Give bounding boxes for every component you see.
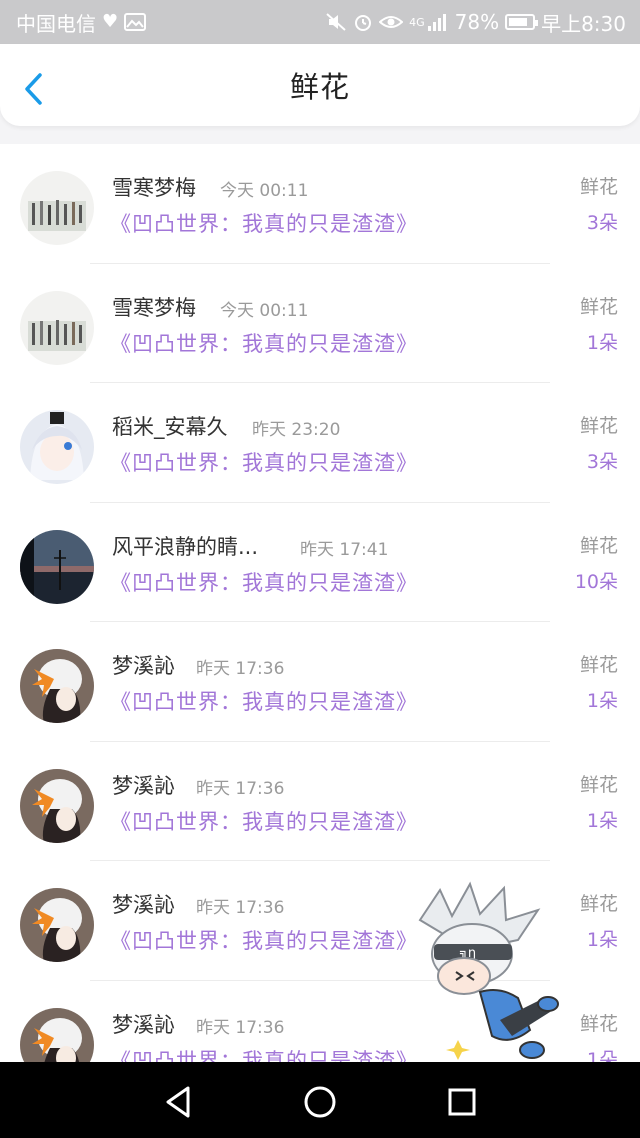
avatar[interactable] [20,529,94,604]
user-name: 梦溪訫 [112,773,175,798]
battery-icon [505,14,539,30]
square-recents-icon[interactable] [442,1082,482,1122]
clock: 早上8:30 [541,11,626,36]
book-title[interactable]: 《凹凸世界：我真的只是渣渣》 [110,567,418,597]
avatar[interactable] [20,171,94,245]
gift-count: 3朵 [586,451,618,473]
gift-count: 1朵 [586,331,618,354]
user-name: 风平浪静的睛... [112,534,259,559]
list-item[interactable]: 稻米_安幕久 昨天 23:20 《凹凸世界：我真的只是渣渣》 鲜花 3朵 [0,383,640,503]
gift-count: 1朵 [586,1048,618,1063]
gift-type: 鲜花 [579,415,618,437]
user-name: 稻米_安幕久 [112,415,228,439]
image-icon [124,13,147,31]
timestamp: 昨天 17:36 [196,659,285,679]
eye-icon [379,16,404,28]
book-title[interactable]: 《凹凸世界：我真的只是渣渣》 [110,208,418,238]
timestamp: 今天 00:11 [220,181,309,201]
gift-count: 1朵 [586,690,618,712]
circle-home-icon[interactable] [300,1082,340,1122]
alarm-icon [355,15,372,31]
avatar[interactable] [20,1007,94,1062]
gift-count: 3朵 [586,212,618,234]
mute-icon [326,13,346,31]
heart-icon: ♥ [102,11,119,32]
user-name: 雪寒梦梅 [112,176,196,200]
mascot-sticker[interactable]: ╗ŋ [400,880,570,1064]
avatar[interactable] [20,290,94,365]
battery-percent: 78% [454,10,500,34]
gift-count: 1朵 [586,929,618,951]
user-name: 梦溪訫 [112,1012,175,1037]
triangle-back-icon[interactable] [158,1082,198,1122]
gift-type: 鲜花 [579,295,618,318]
timestamp: 昨天 17:41 [300,539,389,560]
gift-type: 鲜花 [579,773,618,796]
user-name: 梦溪訫 [112,893,175,917]
system-nav-bar [0,1062,640,1138]
page-title: 鲜花 [289,70,350,104]
gift-type: 鲜花 [579,1012,618,1035]
gift-type: 鲜花 [579,654,618,676]
book-title[interactable]: 《凹凸世界：我真的只是渣渣》 [110,925,418,955]
avatar[interactable] [20,410,94,484]
status-bar: 中国电信 ♥ 4G 78% 早上8:30 [0,0,640,44]
list-item[interactable]: 梦溪訫 昨天 17:36 《凹凸世界：我真的只是渣渣》 鲜花 1朵 [0,622,640,742]
gift-type: 鲜花 [579,176,618,198]
avatar[interactable] [20,649,94,723]
gift-count: 1朵 [586,809,618,832]
gift-type: 鲜花 [579,893,618,915]
list-item[interactable]: 雪寒梦梅 今天 00:11 《凹凸世界：我真的只是渣渣》 鲜花 3朵 [0,144,640,264]
list-item[interactable]: 雪寒梦梅 今天 00:11 《凹凸世界：我真的只是渣渣》 鲜花 1朵 [0,264,640,383]
signal-icon [427,14,446,31]
avatar[interactable] [20,768,94,843]
timestamp: 昨天 17:36 [196,898,285,918]
avatar[interactable] [20,888,94,962]
app-header: 鲜花 [0,44,640,126]
user-name: 雪寒梦梅 [112,295,196,320]
timestamp: 昨天 17:36 [196,1017,285,1038]
timestamp: 昨天 23:20 [252,420,341,440]
list-item[interactable]: 梦溪訫 昨天 17:36 《凹凸世界：我真的只是渣渣》 鲜花 1朵 [0,742,640,861]
book-title[interactable]: 《凹凸世界：我真的只是渣渣》 [110,806,418,836]
carrier-label: 中国电信 [16,11,96,36]
book-title[interactable]: 《凹凸世界：我真的只是渣渣》 [110,686,418,716]
list-item[interactable]: 风平浪静的睛... 昨天 17:41 《凹凸世界：我真的只是渣渣》 鲜花 10朵 [0,503,640,622]
gift-count: 10朵 [574,570,618,593]
book-title[interactable]: 《凹凸世界：我真的只是渣渣》 [110,1045,418,1063]
timestamp: 昨天 17:36 [196,778,285,799]
timestamp: 今天 00:11 [220,300,309,321]
chevron-left-icon[interactable] [20,72,48,106]
book-title[interactable]: 《凹凸世界：我真的只是渣渣》 [110,447,418,477]
book-title[interactable]: 《凹凸世界：我真的只是渣渣》 [110,328,418,358]
user-name: 梦溪訫 [112,654,175,678]
network-type: 4G [409,15,425,29]
gift-type: 鲜花 [579,534,618,557]
